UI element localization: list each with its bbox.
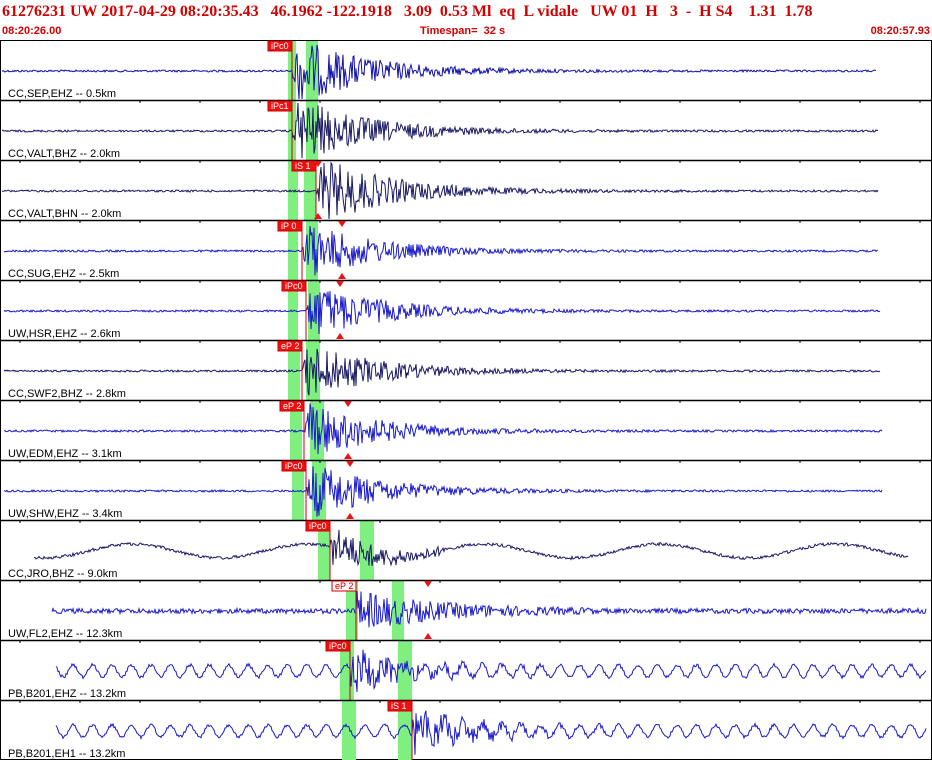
trace-row[interactable]: eP 2 UW,FL2,EHZ -- 12.3km bbox=[0, 579, 932, 640]
channel-label: CC,JRO,BHZ -- 9.0km bbox=[8, 568, 117, 580]
waveform bbox=[55, 649, 927, 692]
trace-row[interactable]: iPc0 UW,SHW,EHZ -- 3.4km bbox=[0, 459, 932, 520]
waveform bbox=[1, 44, 877, 100]
pick-label: iPc0 bbox=[329, 641, 347, 651]
pick-label: eP 2 bbox=[283, 401, 301, 411]
pick-label: iPc1 bbox=[271, 101, 289, 111]
waveform bbox=[3, 348, 881, 396]
channel-label: PB,B201,EH1 -- 13.2km bbox=[8, 748, 125, 760]
timespan-label: Timespan= 32 s bbox=[420, 25, 506, 37]
waveform bbox=[51, 591, 927, 628]
amplitude-marker[interactable] bbox=[336, 281, 344, 287]
waveform bbox=[33, 529, 909, 567]
end-time-label: 08:20:57.93 bbox=[870, 25, 930, 37]
pick-label: iS 1 bbox=[391, 701, 407, 711]
amplitude-marker[interactable] bbox=[424, 633, 432, 639]
trace-row[interactable]: iPc0 CC,JRO,BHZ -- 9.0km bbox=[0, 519, 932, 580]
channel-label: CC,VALT,BHN -- 2.0km bbox=[8, 208, 121, 220]
trace-row[interactable]: iPc1 CC,VALT,BHZ -- 2.0km bbox=[0, 99, 932, 160]
waveform bbox=[3, 291, 881, 335]
trace-row[interactable]: iP 0 CC,SUG,EHZ -- 2.5km bbox=[0, 219, 932, 280]
event-header: 61276231 UW 2017-04-29 08:20:35.43 46.19… bbox=[0, 0, 932, 40]
trace-row[interactable]: iPc0 PB,B201,EHZ -- 13.2km bbox=[0, 639, 932, 700]
start-time-label: 08:20:26.00 bbox=[2, 25, 62, 37]
trace-row[interactable]: eP 2 UW,EDM,EHZ -- 3.1km bbox=[0, 399, 932, 460]
seismogram-viewer: 61276231 UW 2017-04-29 08:20:35.43 46.19… bbox=[0, 0, 932, 760]
time-window bbox=[342, 701, 356, 760]
amplitude-marker[interactable] bbox=[344, 453, 352, 459]
trace-row[interactable]: iS 1 CC,VALT,BHN -- 2.0km bbox=[0, 159, 932, 220]
waveform bbox=[1, 102, 879, 159]
amplitude-marker[interactable] bbox=[346, 461, 354, 467]
pick-label: iPc0 bbox=[285, 461, 303, 471]
trace-row[interactable]: iS 1 PB,B201,EH1 -- 13.2km bbox=[0, 699, 932, 760]
trace-row[interactable]: eP 2 CC,SWF2,BHZ -- 2.8km bbox=[0, 339, 932, 400]
trace-panel[interactable]: iPc0 CC,SEP,EHZ -- 0.5km iPc1 CC,VALT,BHZ -… bbox=[0, 40, 932, 760]
pick-label: iP 0 bbox=[281, 221, 296, 231]
pick-label: iPc0 bbox=[285, 281, 303, 291]
amplitude-marker[interactable] bbox=[336, 333, 344, 339]
waveform bbox=[1, 161, 879, 220]
channel-label: UW,EDM,EHZ -- 3.1km bbox=[8, 448, 122, 460]
trace-row[interactable]: iPc0 CC,SEP,EHZ -- 0.5km bbox=[1, 40, 877, 100]
time-window bbox=[398, 641, 412, 700]
amplitude-marker[interactable] bbox=[338, 221, 346, 227]
channel-label: UW,HSR,EHZ -- 2.6km bbox=[8, 328, 120, 340]
channel-label: UW,FL2,EHZ -- 12.3km bbox=[8, 628, 122, 640]
amplitude-marker[interactable] bbox=[346, 513, 354, 519]
channel-label: PB,B201,EHZ -- 13.2km bbox=[8, 688, 126, 700]
amplitude-marker[interactable] bbox=[424, 581, 432, 587]
trace-row[interactable]: iPc0 UW,HSR,EHZ -- 2.6km bbox=[0, 279, 932, 340]
amplitude-marker[interactable] bbox=[338, 273, 346, 279]
event-title: 61276231 UW 2017-04-29 08:20:35.43 46.19… bbox=[2, 3, 813, 20]
pick-label: iS 1 bbox=[295, 161, 311, 171]
waveform bbox=[3, 226, 879, 276]
channel-label: CC,SUG,EHZ -- 2.5km bbox=[8, 268, 119, 280]
pick-label: iPc0 bbox=[271, 41, 289, 51]
channel-label: CC,SEP,EHZ -- 0.5km bbox=[8, 88, 116, 100]
waveform bbox=[3, 403, 883, 455]
channel-label: UW,SHW,EHZ -- 3.4km bbox=[8, 508, 122, 520]
pick-label: eP 2 bbox=[281, 341, 299, 351]
amplitude-marker[interactable] bbox=[344, 401, 352, 407]
waveform bbox=[55, 710, 927, 755]
pick-label: iPc0 bbox=[309, 521, 327, 531]
channel-label: CC,VALT,BHZ -- 2.0km bbox=[8, 148, 120, 160]
pick-label: eP 2 bbox=[335, 581, 353, 591]
waveform bbox=[3, 466, 883, 517]
channel-label: CC,SWF2,BHZ -- 2.8km bbox=[8, 388, 126, 400]
